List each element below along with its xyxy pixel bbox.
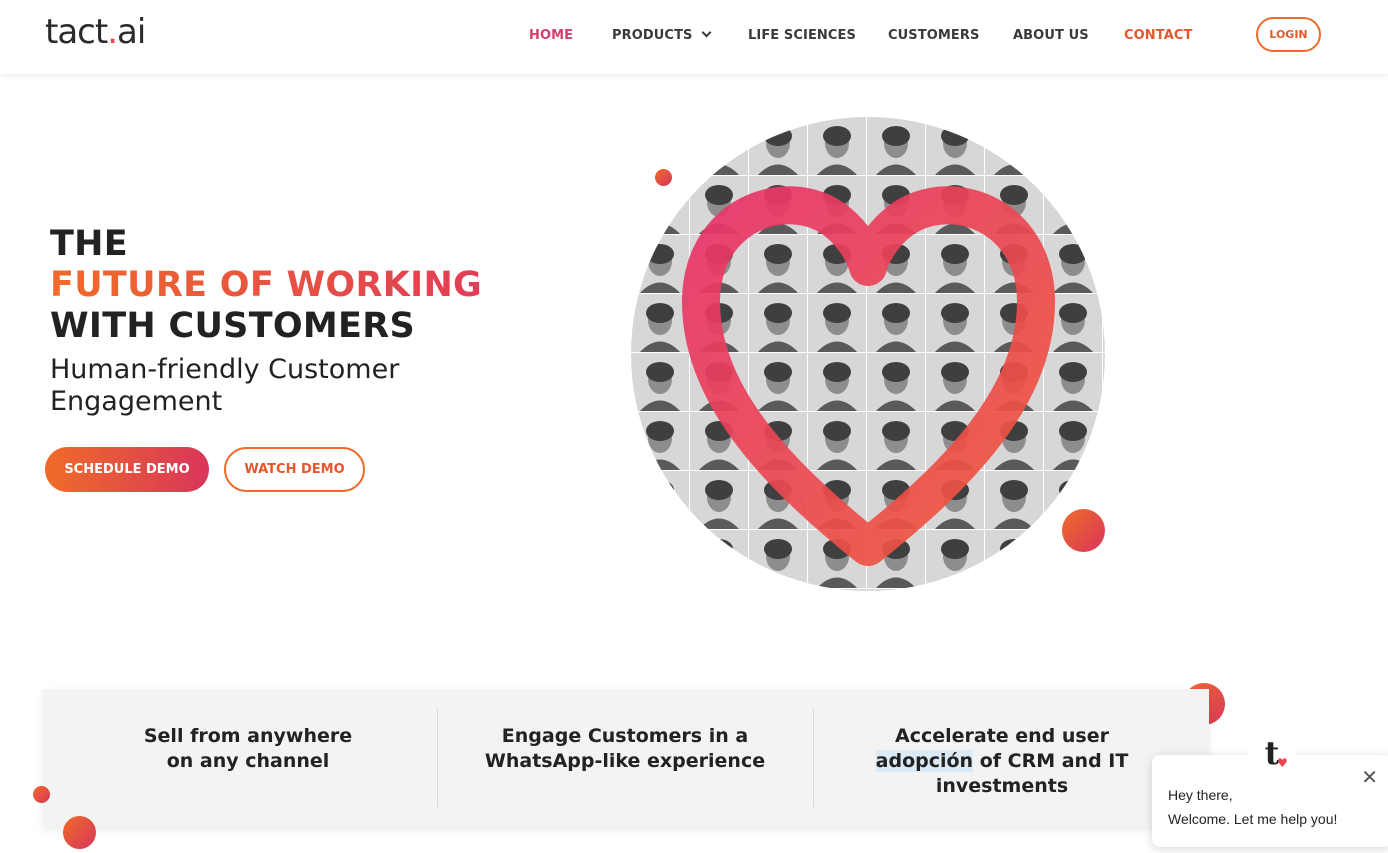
hero-subtitle: Human-friendly Customer Engagement (50, 354, 400, 417)
heart-icon: ♥ (1277, 756, 1288, 770)
nav-home[interactable]: HOME (529, 28, 573, 43)
feature-3-line-1: Accelerate end user (894, 725, 1109, 747)
feature-3-line-3: investments (935, 775, 1069, 797)
nav-life-sciences[interactable]: LIFE SCIENCES (748, 28, 856, 43)
hero-title-line-1: THE (50, 224, 128, 264)
faces-collage-graphic (631, 117, 1105, 591)
feature-accelerate-adoption: Accelerate end user adopción of CRM and … (813, 724, 1191, 799)
chat-message: Welcome. Let me help you! (1168, 811, 1338, 827)
feature-engage-customers: Engage Customers in a WhatsApp-like expe… (437, 724, 813, 774)
decorative-dot (63, 816, 96, 849)
feature-3-line-2-rest: of CRM and IT (973, 750, 1129, 772)
close-icon[interactable]: ✕ (1361, 767, 1378, 787)
nav-contact[interactable]: CONTACT (1124, 28, 1193, 43)
feature-1-line-1: Sell from anywhere (143, 725, 353, 747)
feature-sell-anywhere: Sell from anywhere on any channel (53, 724, 443, 774)
chat-greeting: Hey there, (1168, 787, 1233, 803)
feature-1-line-2: on any channel (166, 750, 330, 772)
nav-customers[interactable]: CUSTOMERS (888, 28, 979, 43)
watch-demo-button[interactable]: WATCH DEMO (224, 447, 365, 492)
logo-dot: . (107, 12, 118, 52)
feature-2-line-2: WhatsApp-like experience (484, 750, 766, 772)
decorative-dot (33, 786, 50, 803)
schedule-demo-button[interactable]: SCHEDULE DEMO (45, 447, 209, 492)
nav-products[interactable]: PRODUCTS (612, 27, 711, 43)
site-header: tact.ai HOME PRODUCTS LIFE SCIENCES CUST… (0, 0, 1388, 74)
tact-ai-logo[interactable]: tact.ai (45, 12, 146, 52)
chat-avatar[interactable]: t ♥ (1249, 730, 1295, 776)
decorative-dot (655, 169, 672, 186)
decorative-dot (1062, 509, 1105, 552)
nav-products-label: PRODUCTS (612, 28, 693, 43)
feature-2-line-1: Engage Customers in a (501, 725, 749, 747)
hero-title-line-2: FUTURE OF WORKING (50, 265, 483, 305)
customer-faces-heart-image (631, 117, 1105, 591)
highlighted-word: adopción (875, 750, 974, 772)
feature-3-line-2: adopción of CRM and IT (813, 749, 1191, 774)
logo-prefix: tact (45, 12, 108, 52)
login-button[interactable]: LOGIN (1256, 17, 1321, 52)
features-bar: Sell from anywhere on any channel Engage… (43, 689, 1209, 827)
nav-about-us[interactable]: ABOUT US (1013, 28, 1089, 43)
hero-title-line-3: WITH CUSTOMERS (50, 306, 416, 346)
chevron-down-icon (701, 27, 711, 38)
logo-suffix: ai (117, 12, 146, 52)
